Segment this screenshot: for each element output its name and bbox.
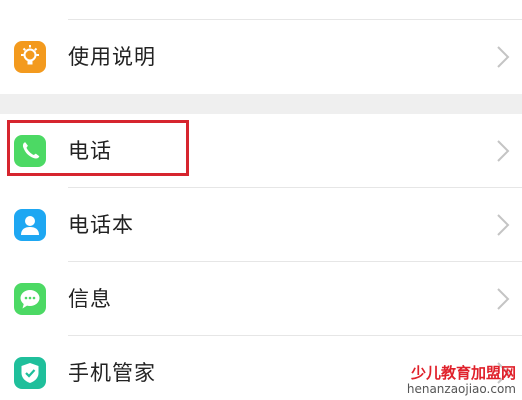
chevron-right-icon <box>497 140 510 162</box>
contact-icon <box>14 209 46 241</box>
settings-item-label: 手机管家 <box>68 361 156 385</box>
section-separator <box>0 94 522 114</box>
divider <box>68 19 522 20</box>
lightbulb-icon <box>14 41 46 73</box>
settings-item-label: 电话本 <box>68 213 134 237</box>
watermark-name: 少儿教育加盟网 <box>410 364 516 382</box>
settings-screen: 使用说明 电话 电话本 信息 手机管家 少儿教育加盟网 henanzaojiao… <box>0 0 522 400</box>
settings-item-contacts[interactable]: 电话本 <box>0 188 522 262</box>
shield-icon <box>14 357 46 389</box>
highlight-annotation <box>7 120 189 176</box>
watermark-url: henanzaojiao.com <box>406 382 516 396</box>
chevron-right-icon <box>497 46 510 68</box>
settings-item-label: 使用说明 <box>68 45 156 69</box>
settings-item-messages[interactable]: 信息 <box>0 262 522 336</box>
settings-item-label: 信息 <box>68 287 112 311</box>
message-icon <box>14 283 46 315</box>
settings-item-usage-guide[interactable]: 使用说明 <box>0 20 522 94</box>
chevron-right-icon <box>497 214 510 236</box>
chevron-right-icon <box>497 288 510 310</box>
watermark: 少儿教育加盟网 henanzaojiao.com <box>407 364 516 396</box>
